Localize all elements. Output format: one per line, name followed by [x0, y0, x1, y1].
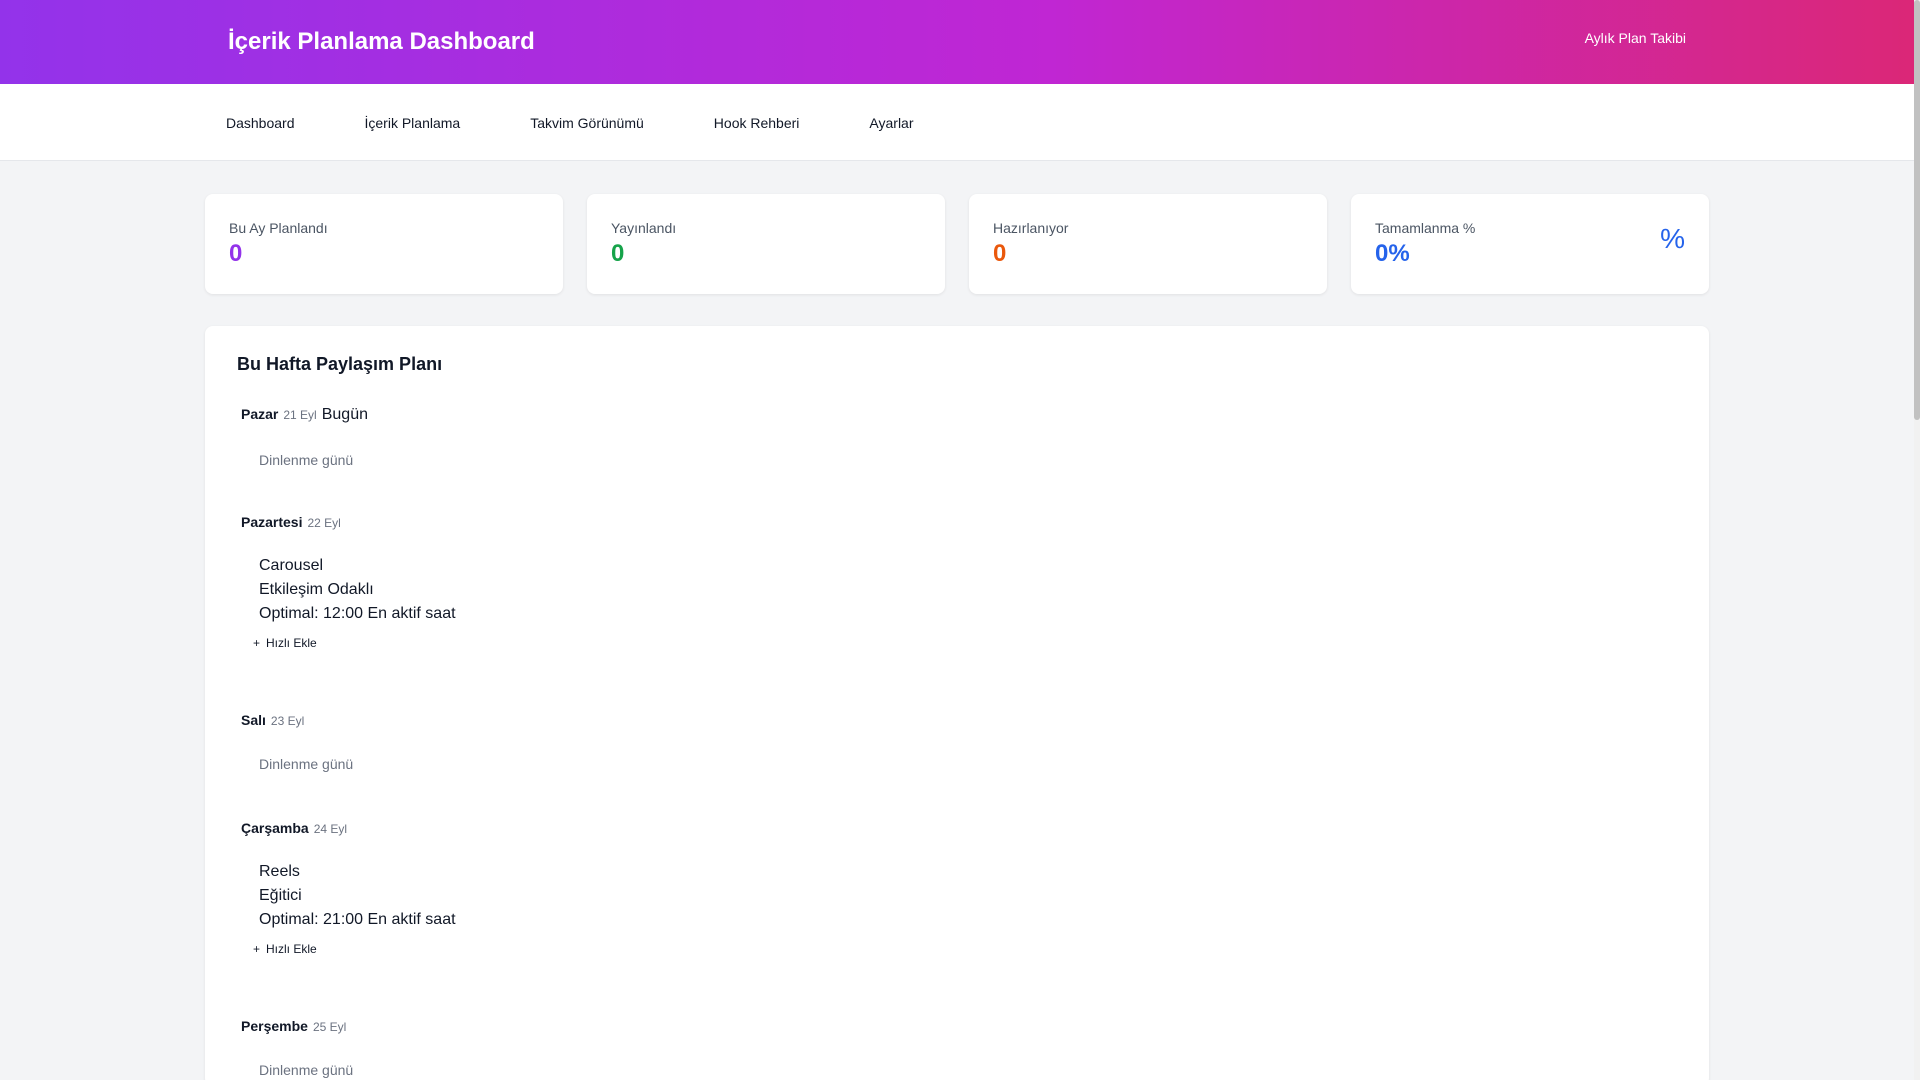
percent-icon: % [1660, 223, 1685, 254]
quick-add-button[interactable]: + Hızlı Ekle [253, 942, 456, 956]
nav-item-label: Dashboard [226, 114, 295, 131]
day-header: Pazar 21 Eyl Bugün [241, 406, 368, 424]
day-block-thursday: Perşembe 25 Eyl Dinlenme günü [241, 1018, 353, 1080]
type-label: Etkileşim Odaklı [259, 581, 374, 598]
nav-item-label: İçerik Planlama [364, 114, 461, 131]
day-icon-row [241, 1034, 353, 1058]
day-name: Çarşamba [241, 820, 309, 836]
rest-row: Dinlenme günü [241, 448, 368, 472]
panel-title-text: Bu Hafta Paylaşım Planı [237, 354, 443, 374]
scrollbar[interactable] [1914, 0, 1920, 1080]
scrollbar-thumb[interactable] [1914, 0, 1920, 420]
time-label: Optimal: 21:00 En aktif saat [259, 911, 456, 928]
format-row: Reels [241, 860, 456, 884]
quick-add-button[interactable]: + Hızlı Ekle [253, 636, 456, 650]
stat-label: Yayınlandı [611, 220, 677, 236]
stat-label: Tamamlanma % [1375, 220, 1476, 236]
day-name: Pazartesi [241, 514, 303, 530]
panel-title: Bu Hafta Paylaşım Planı [229, 354, 442, 375]
day-name: Pazar [241, 406, 279, 422]
stat-card-completion: Tamamlanma % 0% % [1351, 194, 1709, 294]
today-label: Bugün [321, 406, 368, 423]
rest-row: Dinlenme günü [241, 1058, 353, 1080]
day-block-wednesday: Çarşamba 24 Eyl Reels Eğitici Optimal: 2… [241, 820, 456, 956]
quick-add-label: Hızlı Ekle [266, 942, 317, 956]
nav-item-dashboard[interactable]: Dashboard [220, 115, 295, 131]
time-row: Optimal: 21:00 En aktif saat [241, 908, 456, 932]
format-row: Carousel [241, 554, 456, 578]
day-date: 25 Eyl [312, 1020, 347, 1034]
stat-value: 0 [611, 240, 625, 267]
day-block-monday: Pazartesi 22 Eyl Carousel Etkileşim Odak… [241, 514, 456, 650]
nav-item-label: Ayarlar [869, 114, 914, 131]
day-block-tuesday: Salı 23 Eyl Dinlenme günü [241, 712, 353, 776]
plus-icon: + [253, 636, 261, 650]
stat-value: 0 [993, 240, 1007, 267]
plus-icon: + [253, 942, 261, 956]
day-name: Perşembe [241, 1018, 308, 1034]
day-date: 22 Eyl [307, 516, 341, 530]
format-label: Carousel [259, 557, 324, 574]
day-header: Çarşamba 24 Eyl [241, 820, 456, 836]
stat-label: Bu Ay Planlandı [229, 220, 328, 236]
rest-label: Dinlenme günü [259, 452, 354, 468]
day-block-sunday: Pazar 21 Eyl Bugün Dinlenme günü [241, 406, 368, 472]
stat-card-published: Yayınlandı 0 [587, 194, 945, 294]
rest-label: Dinlenme günü [259, 1062, 354, 1078]
day-icon-row [241, 530, 456, 554]
header-title-group: İçerik Planlama Dashboard [204, 24, 535, 60]
day-icon-row [241, 728, 353, 752]
day-name: Salı [241, 712, 266, 728]
header-right: Aylık Plan Takibi [1585, 30, 1704, 46]
type-label: Eğitici [259, 887, 302, 904]
stat-value: 0 [229, 240, 243, 267]
time-row: Optimal: 12:00 En aktif saat [241, 602, 456, 626]
time-label: Optimal: 12:00 En aktif saat [259, 605, 456, 622]
format-label: Reels [259, 863, 300, 880]
day-date: 24 Eyl [313, 822, 348, 836]
day-header: Salı 23 Eyl [241, 712, 353, 728]
stat-value: 0% [1375, 240, 1410, 267]
quick-add-label: Hızlı Ekle [266, 636, 317, 650]
page-title: İçerik Planlama Dashboard [228, 28, 535, 55]
app-header: İçerik Planlama Dashboard Aylık Plan Tak… [0, 0, 1914, 84]
rest-row: Dinlenme günü [241, 752, 353, 776]
type-row: Eğitici [241, 884, 456, 908]
rest-label: Dinlenme günü [259, 756, 354, 772]
nav-item-label: Takvim Görünümü [530, 114, 644, 131]
day-icon-row [241, 424, 368, 448]
nav-item-settings[interactable]: Ayarlar [863, 115, 913, 131]
nav-item-label: Hook Rehberi [713, 114, 800, 131]
nav-item-hook-guide[interactable]: Hook Rehberi [708, 115, 800, 131]
main-nav: Dashboard İçerik Planlama Takvim Görünüm… [0, 84, 1914, 161]
stat-card-preparing: Hazırlanıyor 0 [969, 194, 1327, 294]
nav-item-calendar-view[interactable]: Takvim Görünümü [524, 115, 644, 131]
header-subtitle: Aylık Plan Takibi [1584, 30, 1686, 46]
day-date: 23 Eyl [270, 714, 305, 728]
day-icon-row [241, 836, 456, 860]
day-date: 21 Eyl [283, 408, 317, 422]
nav-item-content-planning[interactable]: İçerik Planlama [359, 115, 461, 131]
day-header: Perşembe 25 Eyl [241, 1018, 353, 1034]
stat-label: Hazırlanıyor [993, 220, 1069, 236]
stat-card-planned: Bu Ay Planlandı 0 [205, 194, 563, 294]
weekly-plan-panel: Bu Hafta Paylaşım Planı Pazar 21 Eyl Bug… [205, 326, 1709, 1080]
day-header: Pazartesi 22 Eyl [241, 514, 456, 530]
type-row: Etkileşim Odaklı [241, 578, 456, 602]
